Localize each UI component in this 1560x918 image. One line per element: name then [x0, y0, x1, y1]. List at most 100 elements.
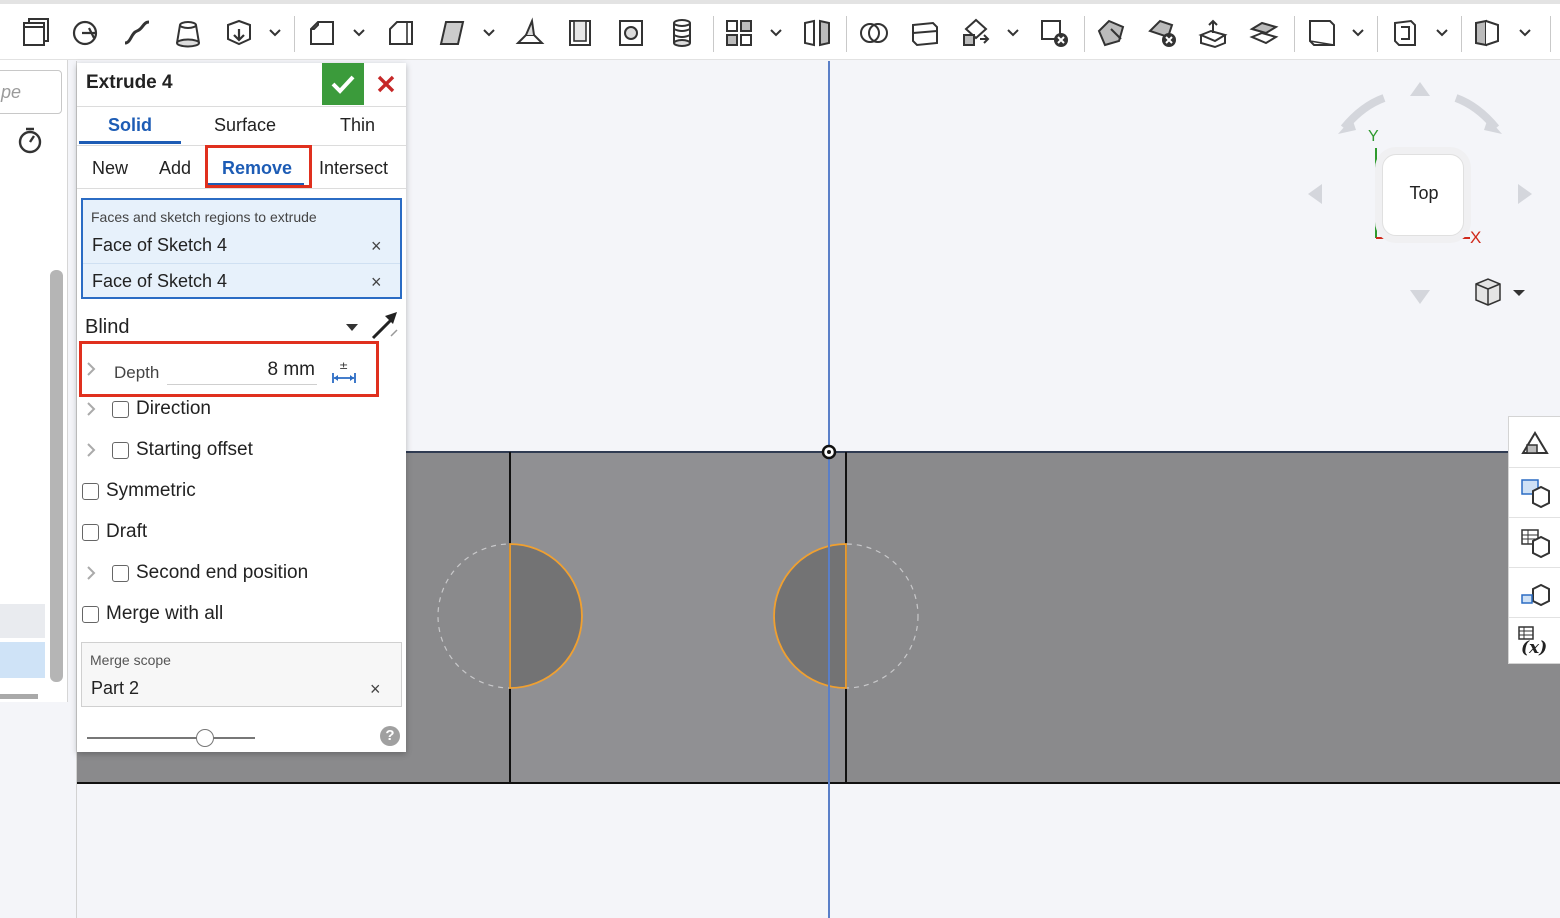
chevron-down-icon[interactable] [769, 26, 783, 40]
dialog-slider-handle[interactable] [195, 729, 214, 747]
tree-rollback-bar[interactable] [0, 694, 38, 699]
dialog-slider-track[interactable] [87, 737, 255, 739]
draft-checkbox[interactable] [82, 524, 99, 541]
checkmark-icon [331, 75, 355, 94]
chevron-right-icon[interactable] [85, 442, 97, 458]
sheet-metal-icon[interactable] [1471, 16, 1505, 50]
new-part-studio-icon[interactable] [18, 16, 52, 50]
operation-new[interactable]: New [92, 158, 128, 179]
fillet-icon[interactable] [384, 16, 418, 50]
help-icon[interactable]: ? [380, 726, 400, 746]
modify-face-icon[interactable] [1094, 16, 1128, 50]
chevron-down-icon[interactable] [1518, 26, 1532, 40]
sweep-icon[interactable] [435, 16, 469, 50]
toolbar-divider [1550, 16, 1551, 52]
right-side-panel: (x) [1508, 416, 1560, 664]
view-options-cube-icon[interactable] [1472, 276, 1532, 308]
replace-face-icon[interactable] [1247, 16, 1281, 50]
mirror-icon[interactable] [800, 16, 834, 50]
shell-icon[interactable] [563, 16, 597, 50]
operation-add[interactable]: Add [159, 158, 191, 179]
bom-panel-button[interactable] [1515, 473, 1555, 513]
tree-scrollbar[interactable] [50, 270, 63, 682]
chevron-right-icon[interactable] [85, 361, 97, 377]
extrude-feature-dialog: Extrude 4 Solid Surface Thin New Add Rem… [77, 63, 406, 752]
tree-row-selected[interactable] [0, 642, 45, 678]
chevron-down-icon[interactable] [352, 26, 366, 40]
merge-with-all-label: Merge with all [106, 603, 224, 624]
axis-x-label: X [1470, 228, 1482, 247]
fillet-curve-icon[interactable] [120, 16, 154, 50]
chevron-right-icon[interactable] [85, 565, 97, 581]
hole-icon[interactable] [614, 16, 648, 50]
pattern-icon[interactable] [722, 16, 756, 50]
mass-properties-button[interactable] [1515, 523, 1555, 563]
view-cube[interactable]: Top Y X [1300, 76, 1540, 316]
boolean-icon[interactable] [857, 16, 891, 50]
view-cube-face[interactable]: Top [1382, 154, 1464, 236]
tab-thin[interactable]: Thin [340, 115, 375, 136]
view-cube-face-label: Top [1409, 183, 1439, 203]
remove-selection-button[interactable]: × [371, 272, 382, 293]
chevron-down-icon[interactable] [1435, 26, 1449, 40]
selection-list[interactable]: Faces and sketch regions to extrude Face… [81, 198, 402, 299]
selection-item[interactable]: Face of Sketch 4 [92, 235, 227, 256]
transform-icon[interactable] [959, 16, 993, 50]
selection-item[interactable]: Face of Sketch 4 [92, 271, 227, 292]
tree-row[interactable] [0, 604, 45, 638]
depth-input[interactable]: 8 mm [167, 359, 317, 385]
dialog-title: Extrude 4 [86, 72, 173, 93]
delete-part-icon[interactable] [1037, 16, 1071, 50]
symmetric-checkbox[interactable] [82, 483, 99, 500]
merge-scope-item[interactable]: Part 2 [91, 678, 139, 699]
mate-connector-icon[interactable] [1388, 16, 1422, 50]
chevron-down-icon[interactable] [482, 26, 496, 40]
chevron-down-icon[interactable] [1006, 26, 1020, 40]
sketch-icon[interactable] [69, 16, 103, 50]
rotate-right-arrow-icon [1518, 184, 1532, 204]
rollback-stopwatch-icon[interactable] [16, 126, 44, 154]
rotate-down-arrow-icon [1410, 290, 1430, 304]
loft-icon[interactable] [513, 16, 547, 50]
appearance-panel-button[interactable] [1515, 423, 1555, 463]
merge-with-all-checkbox[interactable] [82, 606, 99, 623]
tab-solid[interactable]: Solid [108, 115, 152, 136]
revolve-icon[interactable] [222, 16, 256, 50]
move-face-icon[interactable] [1196, 16, 1230, 50]
end-type-select[interactable]: Blind [85, 316, 129, 339]
operation-intersect[interactable]: Intersect [319, 158, 388, 179]
direction-checkbox[interactable] [112, 401, 129, 418]
chamfer-icon[interactable] [305, 16, 339, 50]
remove-highlight-box [205, 145, 312, 188]
toolbar-divider [1461, 16, 1462, 52]
opposite-direction-icon[interactable] [369, 310, 401, 342]
delete-face-icon[interactable] [1145, 16, 1179, 50]
split-icon[interactable] [908, 16, 942, 50]
remove-merge-scope-button[interactable]: × [370, 679, 381, 700]
extrude-icon[interactable] [171, 16, 205, 50]
feature-filter-input[interactable]: pe [0, 70, 62, 114]
direction-label: Direction [136, 398, 211, 419]
toolbar-divider [1294, 16, 1295, 52]
remove-selection-button[interactable]: × [371, 236, 382, 257]
tab-surface[interactable]: Surface [214, 115, 276, 136]
accept-button[interactable] [322, 63, 364, 105]
chevron-down-icon[interactable] [268, 26, 282, 40]
variable-table-button[interactable]: (x) [1515, 621, 1555, 661]
chevron-right-icon[interactable] [85, 401, 97, 417]
plane-icon[interactable] [1305, 16, 1339, 50]
feature-filter-placeholder: pe [1, 82, 22, 102]
second-end-checkbox[interactable] [112, 565, 129, 582]
onshape-part-studio: pe Top Y X (x) Extrude 4 Solid Surface T… [0, 0, 1560, 918]
starting-offset-checkbox[interactable] [112, 442, 129, 459]
merge-scope-list[interactable]: Merge scope Part 2 × [81, 642, 402, 707]
thread-icon[interactable] [665, 16, 699, 50]
draft-label: Draft [106, 521, 148, 542]
chevron-down-icon[interactable] [1351, 26, 1365, 40]
cancel-button[interactable] [367, 63, 405, 105]
end-type-dropdown-icon[interactable] [345, 323, 359, 333]
dimension-flip-icon[interactable]: ± [330, 359, 358, 385]
svg-text:(x): (x) [1521, 638, 1547, 657]
toolbar-divider [294, 16, 295, 52]
measure-panel-button[interactable] [1515, 573, 1555, 613]
